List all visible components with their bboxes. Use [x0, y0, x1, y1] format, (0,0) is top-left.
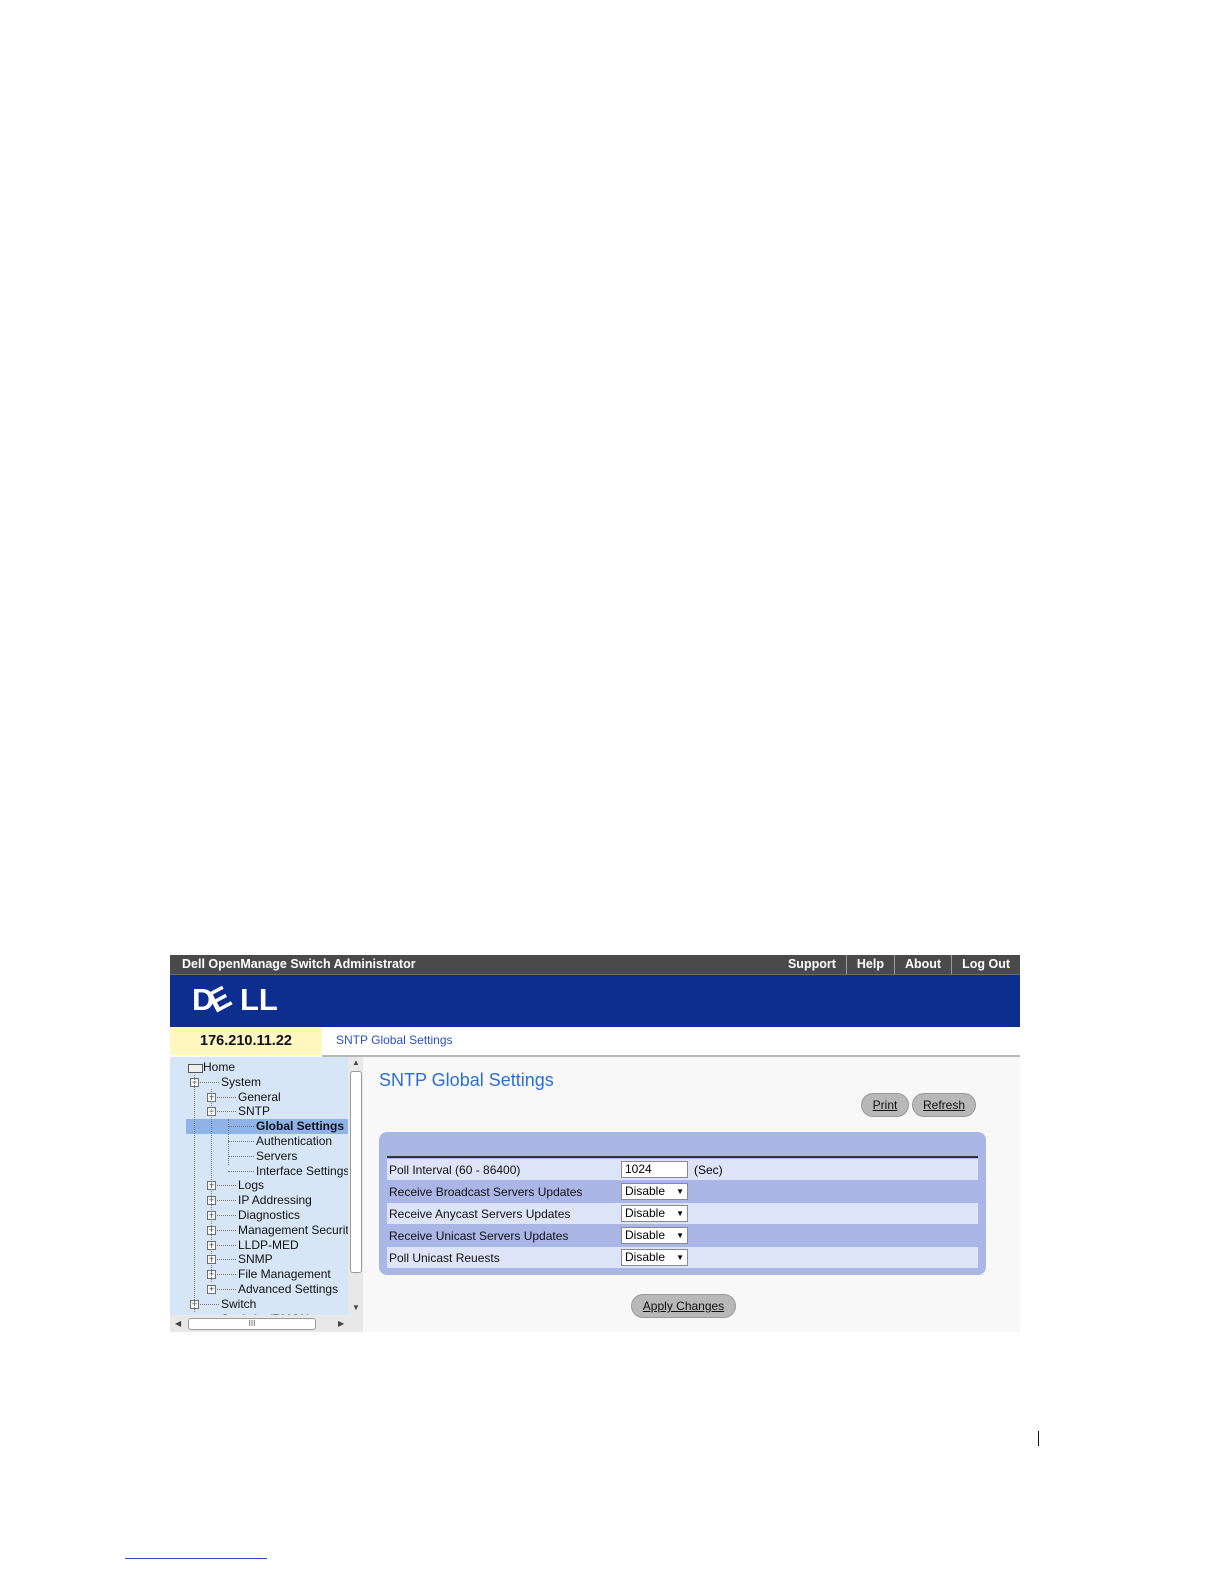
field-label: Receive Broadcast Servers Updates: [389, 1185, 583, 1199]
tree-connector: [228, 1156, 254, 1157]
navigation-sidebar: Home System − General + SNTP − Global Settings A…: [170, 1057, 363, 1332]
tree-item[interactable]: File Management: [238, 1267, 331, 1282]
chevron-down-icon[interactable]: ▼: [676, 1250, 684, 1265]
scroll-down-icon[interactable]: ▼: [352, 1303, 360, 1312]
settings-row: Receive Broadcast Servers Updates Disable…: [387, 1181, 978, 1202]
tree-item[interactable]: Authentication: [256, 1134, 332, 1149]
scroll-right-icon[interactable]: ▶: [338, 1319, 344, 1328]
tree-item[interactable]: Servers: [256, 1149, 297, 1164]
field-label: Poll Unicast Reuests: [389, 1251, 500, 1265]
help-link[interactable]: Help: [845, 955, 894, 974]
select-value: Disable: [625, 1250, 666, 1264]
screenshot-frame: Dell OpenManage Switch Administrator Sup…: [170, 955, 1020, 1332]
breadcrumb[interactable]: SNTP Global Settings: [336, 1033, 453, 1047]
brand-banner: D E LL: [170, 975, 1020, 1027]
breadcrumb-bar: SNTP Global Settings: [322, 1027, 1020, 1057]
tree-item[interactable]: General: [238, 1090, 281, 1105]
tree-item[interactable]: SNTP: [238, 1104, 270, 1119]
dell-logo: D E LL: [192, 983, 278, 1015]
poll-interval-input[interactable]: 1024: [621, 1161, 688, 1178]
setting-select[interactable]: Disable ▼: [621, 1183, 688, 1200]
support-link[interactable]: Support: [778, 955, 846, 974]
tree-connector: [228, 1171, 254, 1172]
scroll-left-icon[interactable]: ◀: [175, 1319, 181, 1328]
select-value: Disable: [625, 1184, 666, 1198]
select-value: Disable: [625, 1206, 666, 1220]
chevron-down-icon[interactable]: ▼: [676, 1184, 684, 1199]
field-unit: (Sec): [694, 1163, 723, 1177]
settings-row: Receive Unicast Servers Updates Disable ▼: [387, 1225, 978, 1246]
tree-item[interactable]: Advanced Settings: [238, 1282, 338, 1297]
main-content: SNTP Global Settings Print Refresh Poll …: [363, 1057, 1020, 1332]
vertical-scroll-thumb[interactable]: [350, 1071, 362, 1273]
tree-item[interactable]: Management Securit: [238, 1223, 348, 1238]
top-bar: Dell OpenManage Switch Administrator Sup…: [170, 955, 1020, 975]
tree-item[interactable]: Diagnostics: [238, 1208, 300, 1223]
nav-tree: Home System − General + SNTP − Global Settings A…: [170, 1057, 348, 1315]
settings-row: Poll Unicast Reuests Disable ▼: [387, 1247, 978, 1268]
scroll-up-icon[interactable]: ▲: [352, 1058, 360, 1067]
vertical-scrollbar[interactable]: ▲ ▼: [348, 1057, 363, 1315]
home-icon: [188, 1064, 203, 1073]
about-link[interactable]: About: [893, 955, 951, 974]
settings-panel: Poll Interval (60 - 86400) 1024 (Sec) Recei…: [379, 1132, 986, 1275]
tree-item[interactable]: LLDP-MED: [238, 1238, 299, 1253]
tree-item[interactable]: Logs: [238, 1178, 264, 1193]
tree-item[interactable]: System: [221, 1075, 261, 1090]
app-title: Dell OpenManage Switch Administrator: [182, 957, 416, 971]
tree-item[interactable]: Interface Settings: [256, 1164, 348, 1179]
setting-select[interactable]: Disable ▼: [621, 1249, 688, 1266]
setting-select[interactable]: Disable ▼: [621, 1227, 688, 1244]
settings-table: Poll Interval (60 - 86400) 1024 (Sec) Recei…: [387, 1156, 978, 1269]
chevron-down-icon[interactable]: ▼: [676, 1206, 684, 1221]
field-label: Poll Interval (60 - 86400): [389, 1163, 521, 1177]
settings-row: Poll Interval (60 - 86400) 1024 (Sec): [387, 1159, 978, 1180]
tree-guide: [194, 1075, 195, 1312]
chevron-down-icon[interactable]: ▼: [676, 1228, 684, 1243]
tree-connector: [228, 1141, 254, 1142]
print-button[interactable]: Print: [861, 1093, 909, 1117]
tree-item[interactable]: Home: [203, 1060, 235, 1075]
tree-item[interactable]: SNMP: [238, 1252, 273, 1267]
tree-item[interactable]: IP Addressing: [238, 1193, 312, 1208]
input-value: 1024: [625, 1162, 652, 1176]
tree-item[interactable]: Switch: [221, 1297, 256, 1312]
footer-link-rule: [125, 1558, 267, 1559]
expand-icon[interactable]: +: [207, 1285, 216, 1294]
page-marker: [1038, 1431, 1039, 1446]
logout-link[interactable]: Log Out: [951, 955, 1020, 974]
top-links: Support Help About Log Out: [778, 955, 1020, 974]
horizontal-scroll-thumb[interactable]: III: [188, 1318, 316, 1330]
refresh-button[interactable]: Refresh: [912, 1093, 976, 1117]
table-header-rule: [387, 1156, 978, 1158]
device-ip: 176.210.11.22: [170, 1027, 322, 1055]
settings-row: Receive Anycast Servers Updates Disable ▼: [387, 1203, 978, 1224]
setting-select[interactable]: Disable ▼: [621, 1205, 688, 1222]
page-title: SNTP Global Settings: [379, 1070, 554, 1090]
tree-connector: [228, 1126, 254, 1127]
field-label: Receive Unicast Servers Updates: [389, 1229, 569, 1243]
svg-text:LL: LL: [240, 983, 278, 1015]
field-label: Receive Anycast Servers Updates: [389, 1207, 571, 1221]
tree-guide: [228, 1119, 229, 1165]
select-value: Disable: [625, 1228, 666, 1242]
horizontal-scrollbar[interactable]: ◀ III ▶: [170, 1315, 363, 1332]
tree-guide: [211, 1089, 212, 1282]
apply-changes-button[interactable]: Apply Changes: [631, 1294, 736, 1318]
